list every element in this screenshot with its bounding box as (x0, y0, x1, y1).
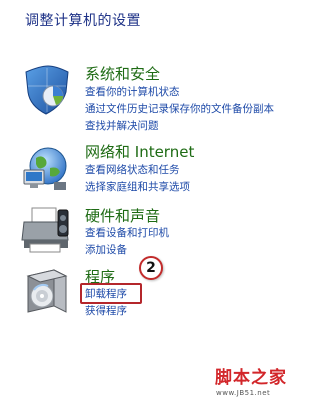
shield-icon[interactable] (20, 64, 72, 116)
category-title-hardware-sound[interactable]: 硬件和声音 (85, 205, 160, 226)
network-globe-icon[interactable] (20, 142, 72, 194)
category-title-network-internet[interactable]: 网络和 Internet (85, 141, 194, 162)
link-add-device[interactable]: 添加设备 (85, 242, 127, 257)
link-devices-printers[interactable]: 查看设备和打印机 (85, 225, 169, 240)
watermark-logo-text: 脚本之家 (215, 368, 287, 388)
watermark-url: www.JB51.net (216, 389, 271, 397)
uninstall-highlight-box (80, 283, 142, 304)
programs-box-icon[interactable] (20, 266, 72, 318)
step-number-badge: 2 (139, 256, 163, 280)
page-title: 调整计算机的设置 (25, 13, 141, 29)
link-view-computer-status[interactable]: 查看你的计算机状态 (85, 84, 180, 99)
printer-icon[interactable] (20, 204, 72, 256)
link-file-history-backup[interactable]: 通过文件历史记录保存你的文件备份副本 (85, 101, 274, 116)
link-network-status-tasks[interactable]: 查看网络状态和任务 (85, 162, 180, 177)
link-troubleshoot[interactable]: 查找并解决问题 (85, 118, 159, 133)
link-homegroup-sharing[interactable]: 选择家庭组和共享选项 (85, 179, 190, 194)
link-get-programs[interactable]: 获得程序 (85, 303, 127, 318)
category-title-system-security[interactable]: 系统和安全 (85, 63, 160, 84)
